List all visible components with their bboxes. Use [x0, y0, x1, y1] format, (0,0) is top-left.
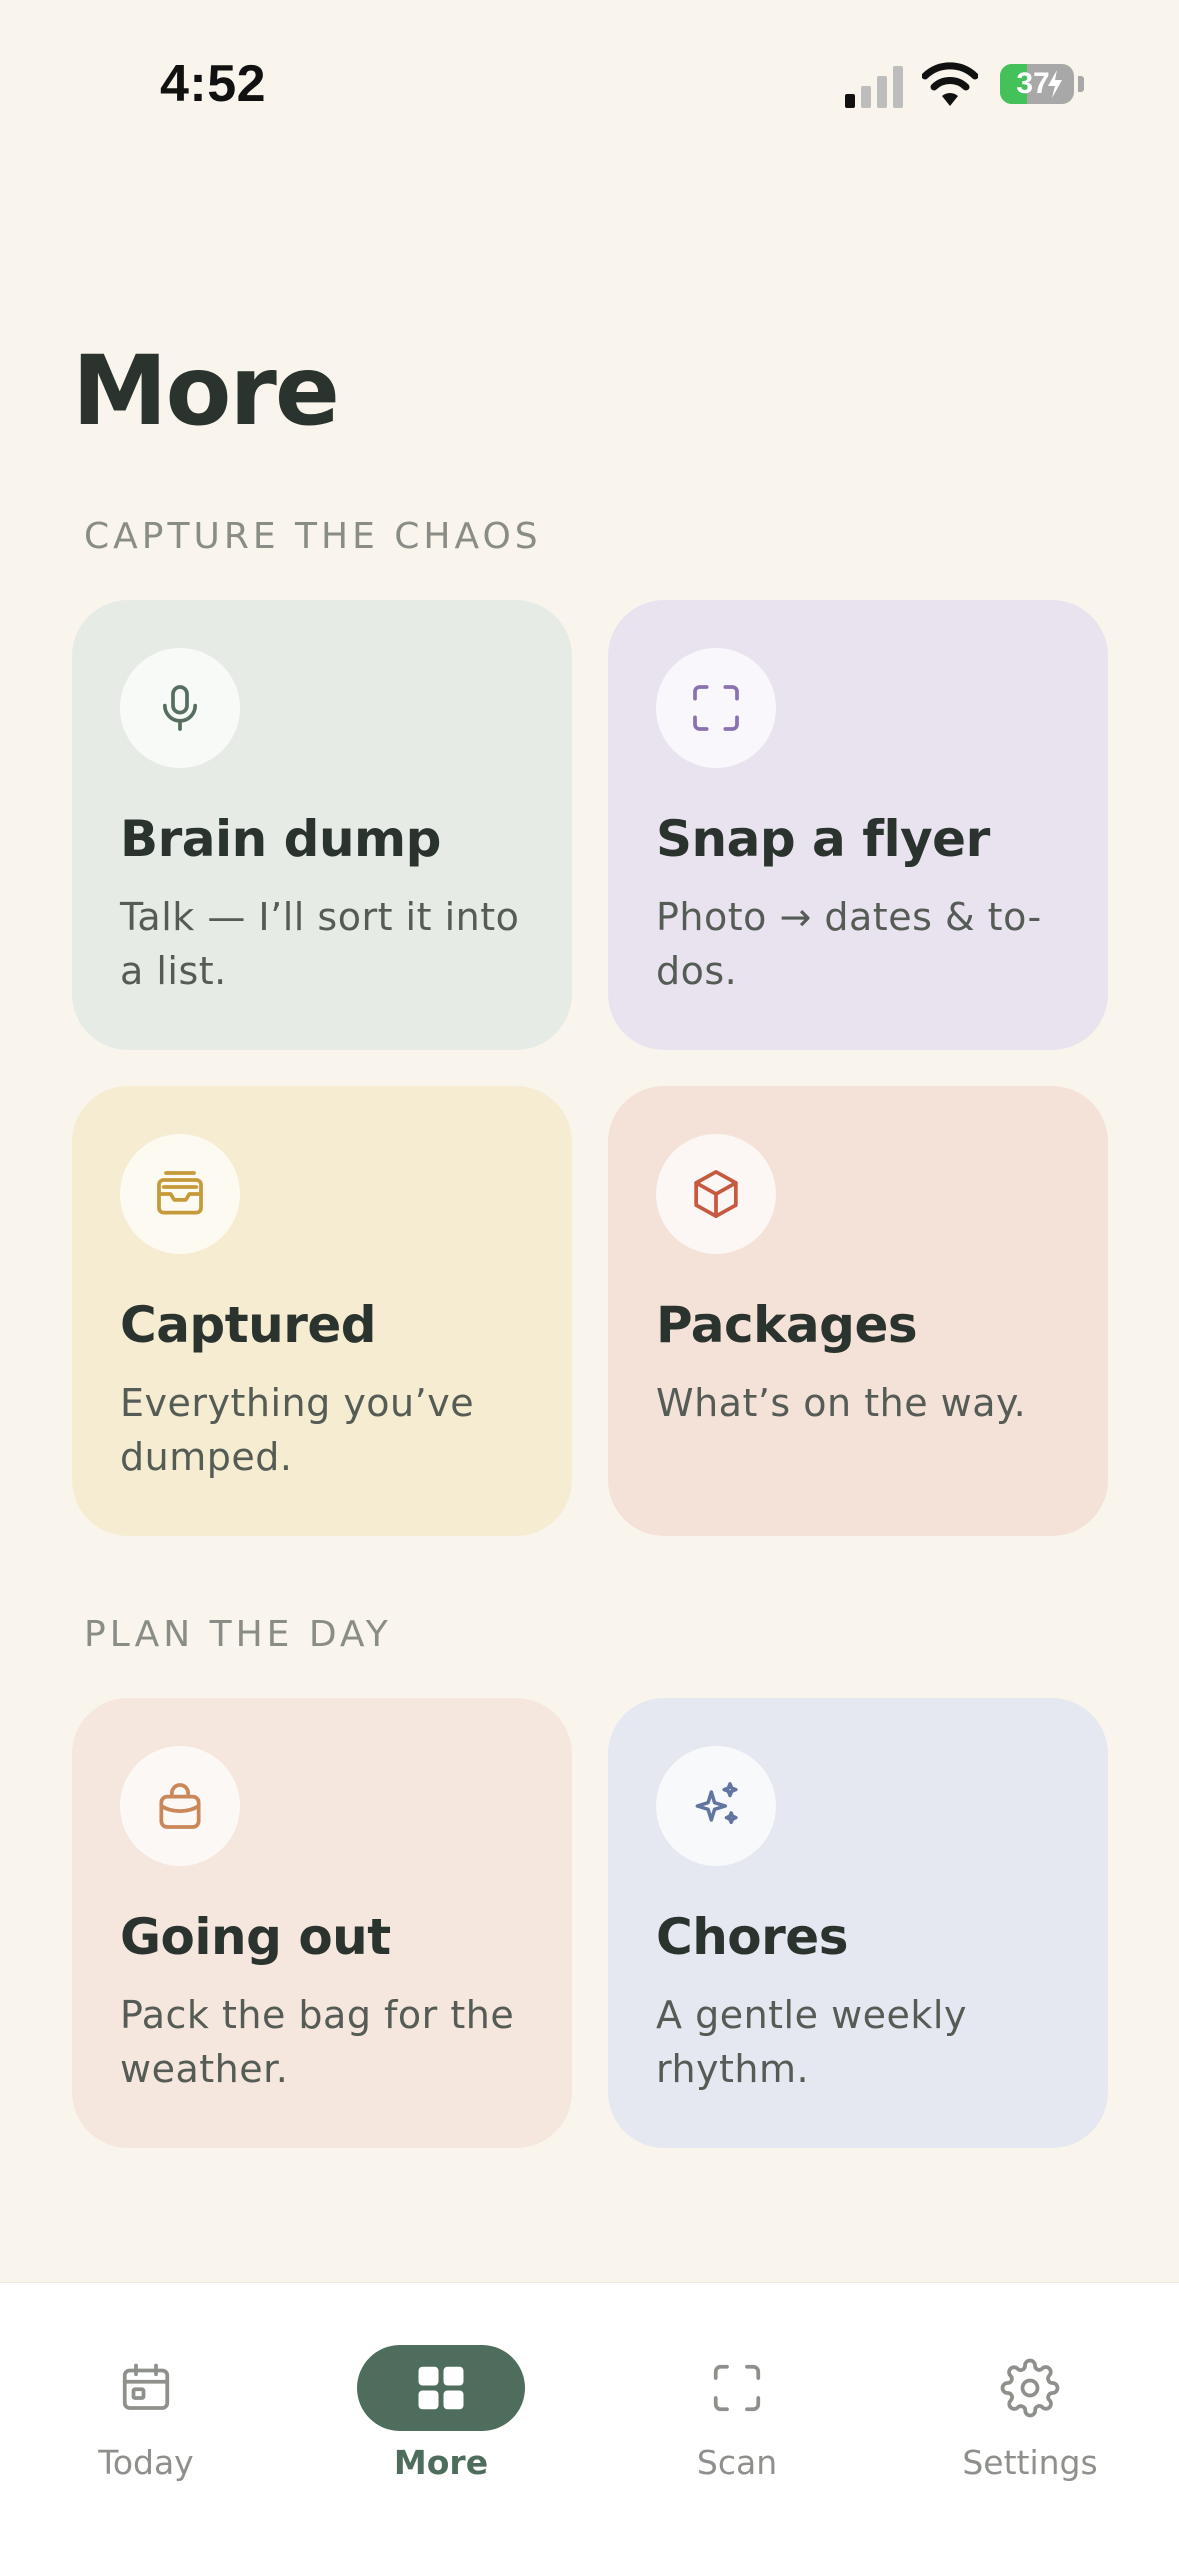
card-icon-circle [656, 1134, 776, 1254]
card-icon-circle [120, 648, 240, 768]
card-title: Going out [120, 1908, 391, 1966]
tab-more[interactable]: More [341, 2345, 541, 2495]
calendar-icon [122, 2363, 170, 2410]
grid-icon [418, 2366, 464, 2410]
card-title: Packages [656, 1296, 918, 1354]
section-label-plan: PLAN THE DAY [84, 1614, 392, 1655]
tab-label: Today [98, 2443, 194, 2482]
card-captured[interactable]: Captured Everything you’ve dumped. [72, 1086, 572, 1536]
tab-label: Scan [696, 2443, 778, 2482]
page-title: More [72, 335, 340, 447]
card-description: Photo → dates & to-dos. [656, 895, 1042, 993]
card-description: Talk — I’ll sort it into a list. [120, 895, 520, 993]
gear-icon [1000, 2358, 1060, 2418]
card-chores[interactable]: Chores A gentle weekly rhythm. [608, 1698, 1108, 2148]
tab-icon-wrap [62, 2345, 230, 2431]
charging-bolt-icon [1048, 70, 1062, 98]
shopping-bag-icon [159, 1783, 201, 1829]
card-title: Snap a flyer [656, 810, 990, 868]
battery-indicator: 37 [1000, 64, 1074, 104]
tab-icon-wrap [653, 2345, 821, 2431]
inbox-tray-icon [157, 1171, 203, 1215]
card-going-out[interactable]: Going out Pack the bag for the weather. [72, 1698, 572, 2148]
card-description: Pack the bag for the weather. [120, 1993, 515, 2091]
tab-scan[interactable]: Scan [637, 2345, 837, 2495]
card-description: What’s on the way. [656, 1381, 1027, 1425]
tab-settings[interactable]: Settings [930, 2345, 1130, 2495]
scan-frame-icon [693, 685, 739, 731]
card-brain-dump[interactable]: Brain dump Talk — I’ll sort it into a li… [72, 600, 572, 1050]
card-icon-circle [656, 1746, 776, 1866]
wifi-icon [922, 62, 978, 106]
card-snap-a-flyer[interactable]: Snap a flyer Photo → dates & to-dos. [608, 600, 1108, 1050]
cellular-signal-icon [845, 66, 903, 108]
sparkles-icon [695, 1782, 738, 1825]
tab-today[interactable]: Today [46, 2345, 246, 2495]
card-icon-circle [120, 1134, 240, 1254]
tab-icon-wrap [946, 2345, 1114, 2431]
status-time: 4:52 [160, 55, 267, 113]
card-packages[interactable]: Packages What’s on the way. [608, 1086, 1108, 1536]
card-description: Everything you’ve dumped. [120, 1381, 475, 1479]
microphone-icon [162, 685, 198, 731]
card-title: Brain dump [120, 810, 441, 868]
card-icon-circle [656, 648, 776, 768]
package-box-icon [694, 1169, 738, 1219]
tab-label: More [393, 2443, 489, 2482]
bottom-tab-bar: Today More Scan Settings [0, 2282, 1179, 2556]
battery-nub [1078, 76, 1084, 92]
status-bar: 4:52 37 [0, 0, 1179, 160]
section-label-capture: CAPTURE THE CHAOS [84, 516, 542, 557]
scan-frame-icon [713, 2364, 761, 2412]
card-icon-circle [120, 1746, 240, 1866]
card-description: A gentle weekly rhythm. [656, 1993, 967, 2091]
tab-icon-wrap-active [357, 2345, 525, 2431]
card-title: Captured [120, 1296, 377, 1354]
tab-label: Settings [962, 2443, 1098, 2482]
card-title: Chores [656, 1908, 848, 1966]
